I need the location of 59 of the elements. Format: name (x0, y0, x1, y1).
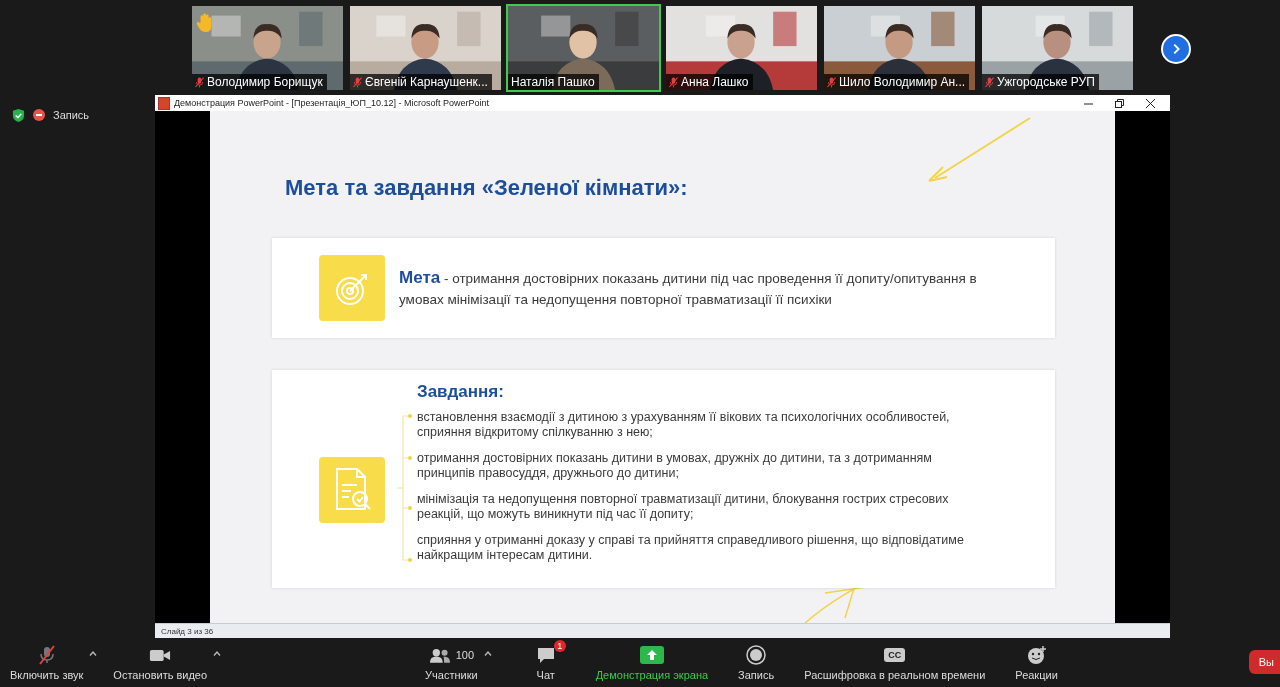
slide-counter: Слайд 3 из 36 (161, 626, 214, 636)
cc-icon: CC (884, 648, 906, 662)
video-tile[interactable]: Наталія Пашко (506, 4, 661, 92)
participant-name: Наталія Пашко (511, 75, 595, 89)
video-button[interactable]: Остановить видео (109, 642, 212, 683)
tasks-heading: Завдання: (417, 382, 505, 403)
task-item: сприяння у отриманні доказу у справі та прийняття справедливого рішення, що відповідатиме найкращим інтересам дитини. (417, 533, 965, 564)
share-screen-icon (639, 646, 664, 664)
window-title: Демонстрация PowerPoint - [Презентація_ЮП_10.12] - Microsoft PowerPoint (174, 98, 490, 109)
participant-count: 100 (455, 649, 475, 661)
video-tile[interactable]: Володимир Борищук (190, 4, 345, 92)
participant-name: Володимир Борищук (207, 75, 323, 89)
participant-name: Ужгородське РУП (997, 75, 1095, 89)
button-label: Реакции (1015, 669, 1058, 681)
participant-name: Анна Лашко (681, 75, 749, 89)
record-icon (33, 109, 45, 121)
caret-icon[interactable] (213, 651, 222, 656)
goal-text: Мета - отримання достовірних показань дитини під час проведення її допиту/опитування в умовах мінімізації та недопущення повторної травматизації її психіки (399, 266, 978, 309)
button-label: Расшифровка в реальном времени (804, 669, 986, 681)
button-label: Демонстрация экрана (595, 669, 709, 681)
record-button[interactable]: Запись (734, 642, 779, 683)
task-item: отримання достовірних показань дитини в умовах, дружніх до дитини, та з дотриманням принципів правосуддя, дружнього до дитини; (417, 451, 933, 482)
end-meeting-button[interactable]: Вы (1248, 650, 1280, 674)
security-shield-icon[interactable] (12, 107, 25, 123)
video-tile[interactable]: Анна Лашко (664, 4, 819, 92)
button-label: Чат (536, 669, 555, 681)
restore-icon[interactable] (1115, 98, 1124, 108)
share-button[interactable]: Демонстрация экрана (591, 642, 713, 683)
participants-button[interactable]: 100 Участники (421, 642, 482, 683)
caret-icon[interactable] (483, 651, 492, 656)
participant-name: Шило Володимир Ан... (839, 75, 966, 89)
reactions-button[interactable]: Реакции (1011, 642, 1062, 683)
button-label: Включить звук (10, 669, 84, 681)
cc-button[interactable]: CC Расшифровка в реальном времени (800, 642, 990, 683)
chat-bubble-icon (535, 646, 556, 664)
button-label: Остановить видео (113, 669, 208, 681)
participant-name: Євгеній Карнаушенк... (365, 75, 488, 89)
caret-icon[interactable] (89, 651, 98, 656)
chat-button[interactable]: 1 Чат (523, 636, 568, 683)
document-check-icon (319, 457, 385, 524)
close-icon[interactable] (1146, 98, 1155, 108)
video-tile[interactable]: Євгеній Карнаушенк... (348, 4, 503, 92)
next-page-button[interactable] (1161, 34, 1191, 64)
recording-label: Запись (53, 109, 90, 121)
video-tile[interactable]: Ужгородське РУП (980, 4, 1135, 92)
video-tile[interactable]: Шило Володимир Ан... (822, 4, 977, 92)
button-label: Участники (425, 669, 478, 681)
task-item: мінімізація та недопущення повторної травматизації дитини, блокування гострих стресових реакцій, що можуть виникнути під час її допиту; (417, 492, 950, 523)
record-icon (746, 645, 767, 665)
target-icon (319, 255, 385, 322)
button-label: Запись (738, 669, 775, 681)
video-camera-icon (149, 647, 172, 663)
people-icon (428, 647, 451, 663)
slide-title: Мета та завдання «Зеленої кімнати»: (285, 175, 689, 203)
smiley-icon (1026, 645, 1047, 665)
unread-badge: 1 (553, 640, 566, 652)
mic-button[interactable]: Включить звук (6, 642, 88, 683)
task-item: встановлення взаємодії з дитиною з урахуванням її вікових та психологічних особливостей, сприяння відкритому спілкуванню з нею; (417, 410, 951, 441)
powerpoint-app-icon (158, 96, 170, 110)
